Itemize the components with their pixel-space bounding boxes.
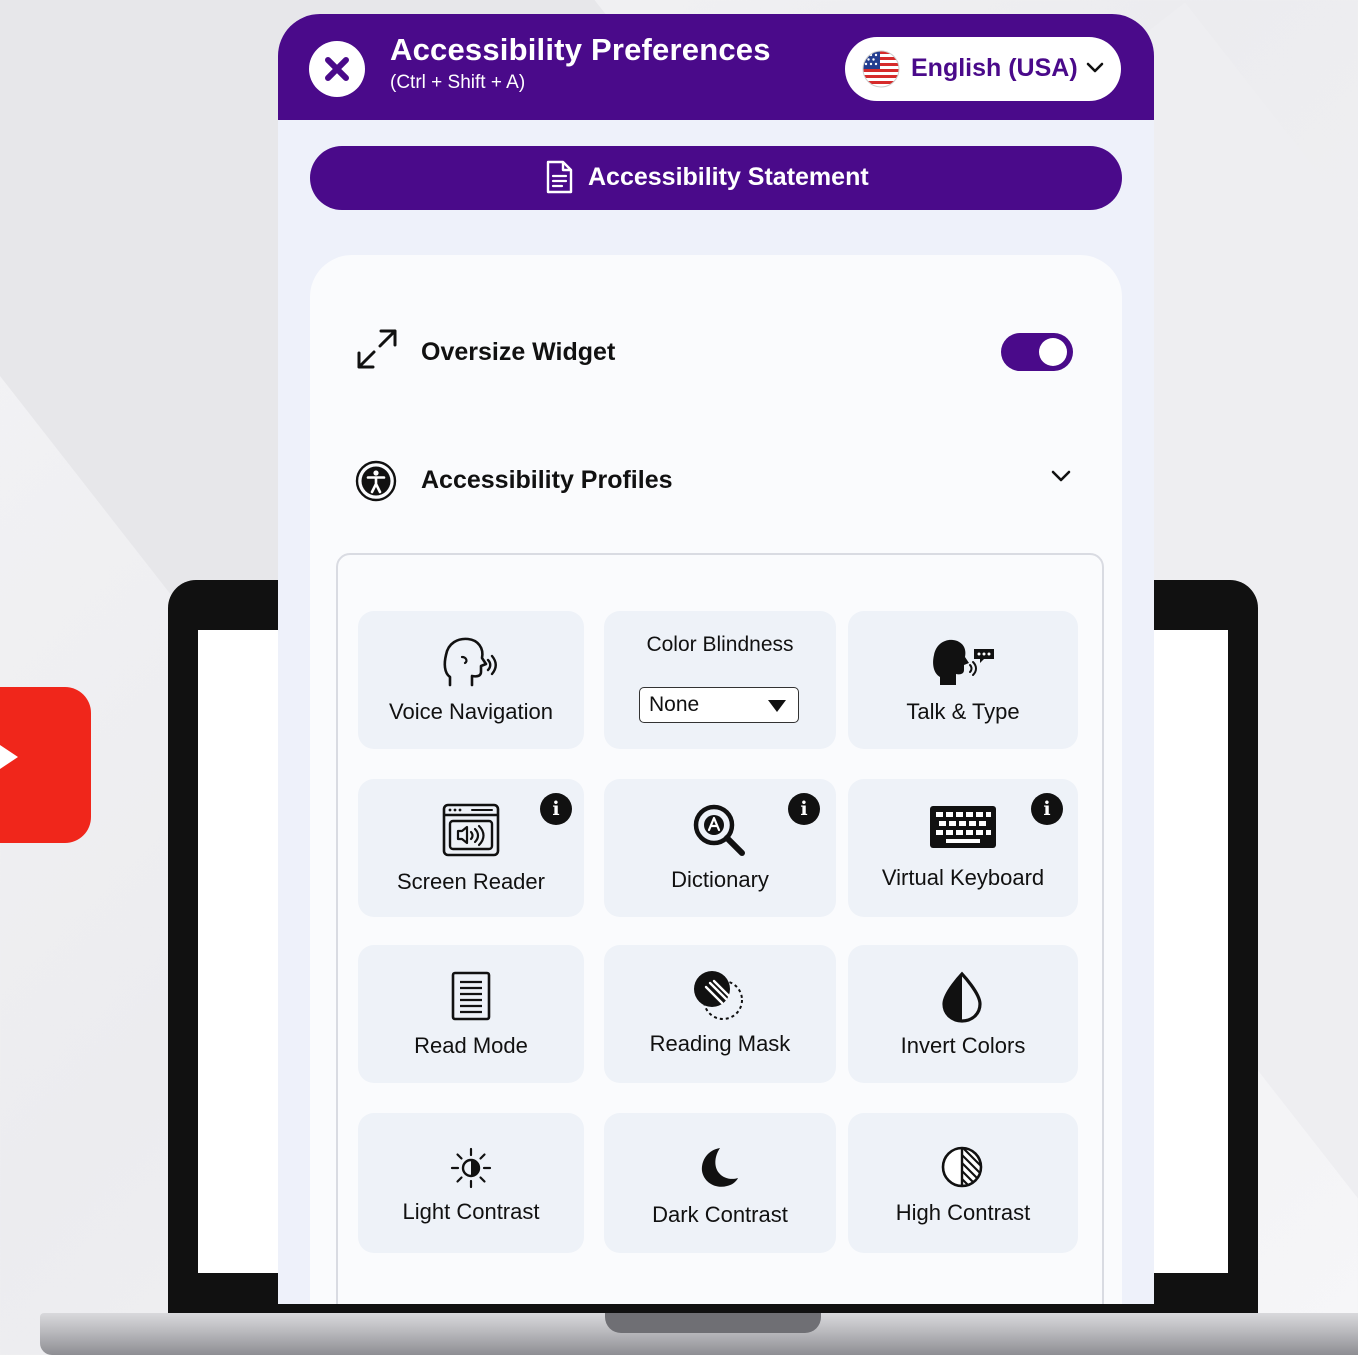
close-button[interactable] xyxy=(309,41,365,97)
dark-contrast-tile[interactable]: Dark Contrast xyxy=(604,1113,836,1253)
tools-grid: Voice Navigation Color Blindness None Ta… xyxy=(336,553,1104,1304)
shortcut-hint: (Ctrl + Shift + A) xyxy=(390,72,526,93)
us-flag-icon xyxy=(862,50,900,88)
statement-label: Accessibility Statement xyxy=(588,163,869,191)
color-blindness-tile: Color Blindness None xyxy=(604,611,836,749)
color-blindness-value: None xyxy=(649,693,700,716)
document-lines-icon xyxy=(451,971,491,1021)
invert-colors-label: Invert Colors xyxy=(900,1033,1026,1058)
expand-icon xyxy=(357,329,397,369)
talk-type-tile[interactable]: Talk & Type xyxy=(848,611,1078,749)
panel-title: Accessibility Preferences xyxy=(390,32,771,67)
dark-contrast-label: Dark Contrast xyxy=(652,1202,788,1227)
oversize-widget-toggle[interactable] xyxy=(1001,333,1073,371)
moon-icon xyxy=(701,1148,738,1187)
voice-navigation-tile[interactable]: Voice Navigation xyxy=(358,611,584,749)
screen-reader-icon xyxy=(442,803,500,857)
high-contrast-tile[interactable]: High Contrast xyxy=(848,1113,1078,1253)
read-mode-tile[interactable]: Read Mode xyxy=(358,945,584,1083)
light-contrast-label: Light Contrast xyxy=(402,1199,540,1224)
dictionary-search-icon xyxy=(693,804,745,856)
keyboard-icon xyxy=(930,806,996,848)
screen-reader-info-icon[interactable]: i xyxy=(540,793,572,825)
screen-reader-tile[interactable]: Screen Reader i xyxy=(358,779,584,917)
high-contrast-icon xyxy=(941,1146,983,1188)
laptop-notch xyxy=(605,1313,821,1333)
invert-colors-drop-icon xyxy=(942,971,982,1023)
document-icon xyxy=(546,160,573,194)
reading-mask-label: Reading Mask xyxy=(649,1031,791,1056)
virtual-keyboard-label: Virtual Keyboard xyxy=(881,865,1045,890)
voice-head-icon xyxy=(443,637,497,687)
play-icon xyxy=(0,745,18,769)
reading-mask-tile[interactable]: Reading Mask xyxy=(604,945,836,1083)
accessibility-statement-button[interactable]: Accessibility Statement xyxy=(310,146,1122,210)
color-blindness-title: Color Blindness xyxy=(646,633,794,656)
accessibility-person-icon xyxy=(355,460,397,502)
dictionary-tile[interactable]: Dictionary i xyxy=(604,779,836,917)
read-mode-label: Read Mode xyxy=(414,1033,528,1058)
dropdown-arrow-icon xyxy=(768,700,786,712)
invert-colors-tile[interactable]: Invert Colors xyxy=(848,945,1078,1083)
dictionary-info-icon[interactable]: i xyxy=(788,793,820,825)
virtual-keyboard-tile[interactable]: Virtual Keyboard i xyxy=(848,779,1078,917)
light-contrast-tile[interactable]: Light Contrast xyxy=(358,1113,584,1253)
toggle-knob xyxy=(1039,338,1067,366)
screen-reader-label: Screen Reader xyxy=(397,869,545,894)
settings-card: Oversize Widget Accessibility Profiles V… xyxy=(310,255,1122,1304)
language-label: English (USA) xyxy=(911,54,1078,82)
chevron-down-icon[interactable] xyxy=(1051,470,1071,483)
speaking-head-icon xyxy=(933,639,994,685)
sun-contrast-icon xyxy=(450,1147,492,1189)
oversize-widget-label: Oversize Widget xyxy=(421,338,616,366)
language-select[interactable]: English (USA) xyxy=(845,37,1121,101)
chevron-down-icon xyxy=(1086,62,1104,73)
accessibility-profiles-label: Accessibility Profiles xyxy=(421,466,673,494)
reading-mask-icon xyxy=(694,971,743,1020)
virtual-keyboard-info-icon[interactable]: i xyxy=(1031,793,1063,825)
voice-navigation-label: Voice Navigation xyxy=(389,699,553,724)
dictionary-label: Dictionary xyxy=(671,867,769,892)
talk-type-label: Talk & Type xyxy=(906,699,1020,724)
panel-header: Accessibility Preferences (Ctrl + Shift … xyxy=(278,14,1154,120)
accessibility-panel: Accessibility Preferences (Ctrl + Shift … xyxy=(278,14,1154,1304)
close-icon xyxy=(325,57,349,81)
high-contrast-label: High Contrast xyxy=(895,1200,1031,1225)
color-blindness-select[interactable]: None xyxy=(639,687,799,723)
youtube-play-button[interactable] xyxy=(0,687,91,843)
